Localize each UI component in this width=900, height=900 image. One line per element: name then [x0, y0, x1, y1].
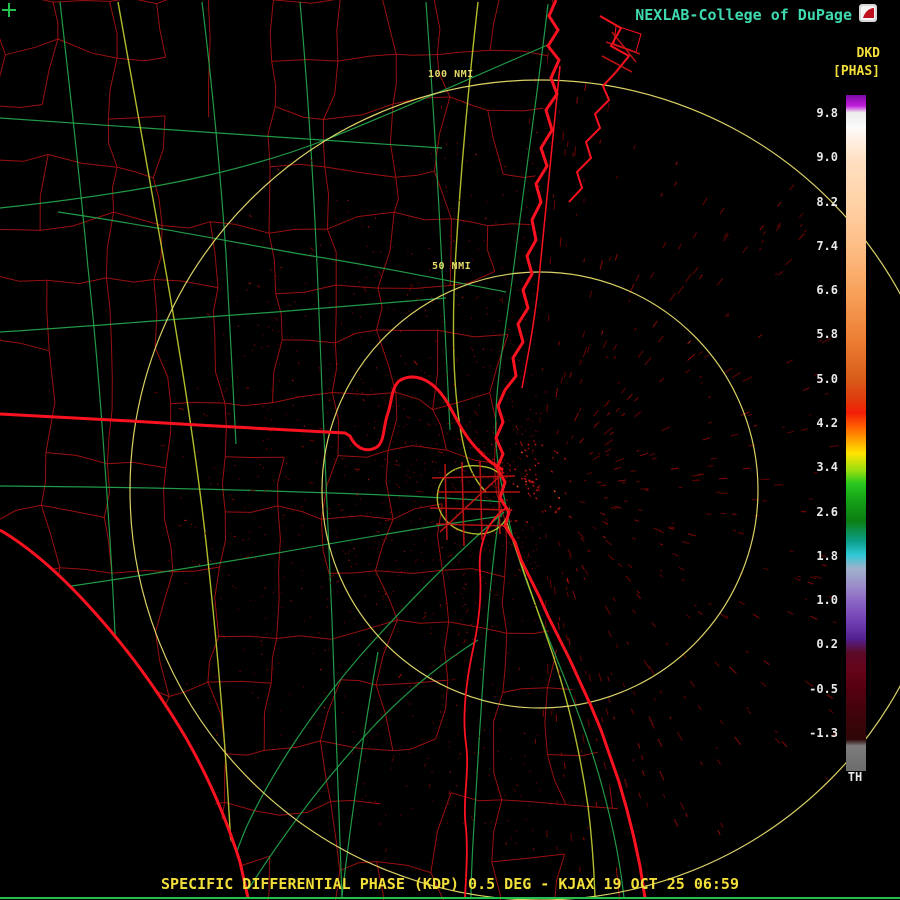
- colorbar-tick: 5.0: [816, 371, 838, 386]
- highway: [117, 1, 234, 899]
- road: [299, 1, 343, 899]
- colorbar-tick: 3.4: [816, 460, 838, 475]
- range-ring-label-50nmi: 50 NMI: [432, 261, 471, 272]
- colorbar-gradient: [846, 95, 866, 771]
- road: [59, 1, 125, 899]
- corner-mark-icon: [2, 3, 16, 17]
- road: [0, 117, 443, 149]
- product-title: SPECIFIC DIFFERENTIAL PHASE (KDP) 0.5 DE…: [161, 875, 739, 893]
- radar-echoes: [153, 77, 839, 873]
- radar-display: 100 NMI 50 NMI NEXLAB-College of DuPage …: [0, 0, 900, 900]
- road: [0, 297, 447, 333]
- colorbar-tick: -1.3: [809, 725, 838, 740]
- highway: [505, 519, 596, 899]
- units-label: [PHAS]: [833, 64, 880, 79]
- colorbar-tick: 1.0: [816, 593, 838, 608]
- island-chain: [521, 65, 561, 389]
- road-network: [0, 1, 625, 899]
- road: [57, 211, 507, 293]
- bottom-border-line: [0, 897, 900, 899]
- status-bar: SPECIFIC DIFFERENTIAL PHASE (KDP) 0.5 DE…: [0, 875, 900, 893]
- range-ring-label-100nmi: 100 NMI: [428, 69, 474, 80]
- radar-map: 100 NMI 50 NMI: [0, 0, 900, 900]
- cod-logo-icon: [858, 3, 878, 27]
- atlantic-coastline: [494, 0, 647, 899]
- barrier-islands: [568, 15, 631, 203]
- credit-text: NEXLAB-College of DuPage: [635, 6, 852, 24]
- colorbar-tick: 9.8: [816, 106, 838, 120]
- colorbar-tick: -0.5: [809, 681, 838, 696]
- colorbar-tick: 6.6: [816, 283, 838, 298]
- colorbar-tick: 5.8: [816, 327, 838, 342]
- road: [243, 639, 479, 897]
- coastline-and-borders: [0, 0, 647, 899]
- colorbar-tick: 9.0: [816, 150, 838, 165]
- colorbar-tick: 0.2: [816, 637, 838, 652]
- colorbar-threshold-label: TH: [847, 770, 863, 784]
- road: [341, 651, 379, 897]
- colorbar-tick: 4.2: [816, 415, 838, 430]
- header: NEXLAB-College of DuPage: [635, 3, 878, 27]
- colorbar-tick: 2.6: [816, 504, 838, 519]
- product-code-label: DKD: [856, 46, 880, 61]
- colorbar-tick: 8.2: [816, 194, 838, 209]
- colorbar-tick: 1.8: [816, 548, 838, 563]
- colorbar-tick: 7.4: [816, 238, 838, 253]
- road: [0, 485, 505, 503]
